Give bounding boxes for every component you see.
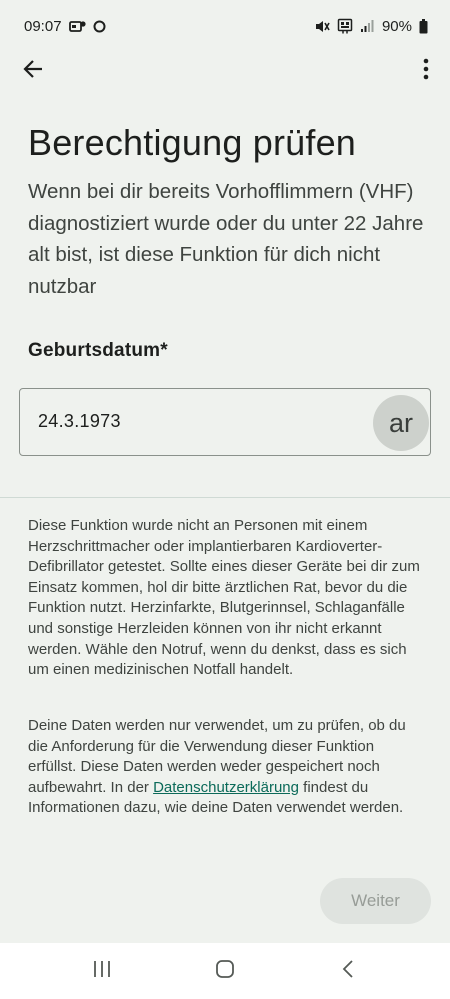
notification-card-icon: [68, 20, 86, 33]
navigation-bar: [0, 943, 450, 999]
next-button[interactable]: Weiter: [320, 878, 431, 924]
disclaimer-text: Diese Funktion wurde nicht an Personen m…: [28, 517, 420, 679]
circle-icon: [93, 20, 106, 33]
nav-home-button[interactable]: [205, 951, 245, 991]
back-button[interactable]: [18, 56, 48, 86]
privacy-text: Deine Daten werden nur verwendet, um zu …: [28, 716, 424, 819]
privacy-policy-link[interactable]: Datenschutzerklärung: [153, 779, 299, 796]
nav-back-button[interactable]: [328, 951, 368, 991]
recents-icon: [92, 960, 112, 983]
home-icon: [215, 959, 235, 984]
mute-icon: [314, 19, 330, 34]
birthdate-value: 24.3.1973: [38, 411, 121, 431]
app-bar: [0, 52, 450, 88]
data-saver-icon: [337, 18, 353, 34]
battery-percent: 90%: [381, 17, 412, 35]
divider: [0, 497, 450, 498]
nav-back-icon: [342, 959, 354, 984]
more-vert-icon: [423, 58, 429, 85]
birthdate-label: Geburtsdatum*: [28, 340, 168, 361]
status-right: 90%: [314, 18, 428, 35]
nav-recents-button[interactable]: [82, 951, 122, 991]
birthdate-field[interactable]: 24.3.1973 ar: [19, 388, 431, 456]
arrow-back-icon: [22, 58, 44, 85]
more-options-button[interactable]: [416, 56, 436, 86]
status-left: 09:07: [24, 18, 106, 35]
status-time: 09:07: [24, 17, 62, 35]
signal-icon: [360, 19, 375, 33]
ar-badge: ar: [373, 395, 429, 451]
page-title: Berechtigung prüfen: [28, 122, 357, 163]
page-subtitle: Wenn bei dir bereits Vorhofflimmern (VHF…: [28, 180, 424, 298]
status-bar: 09:07 90%: [0, 0, 450, 52]
battery-icon: [419, 18, 428, 34]
